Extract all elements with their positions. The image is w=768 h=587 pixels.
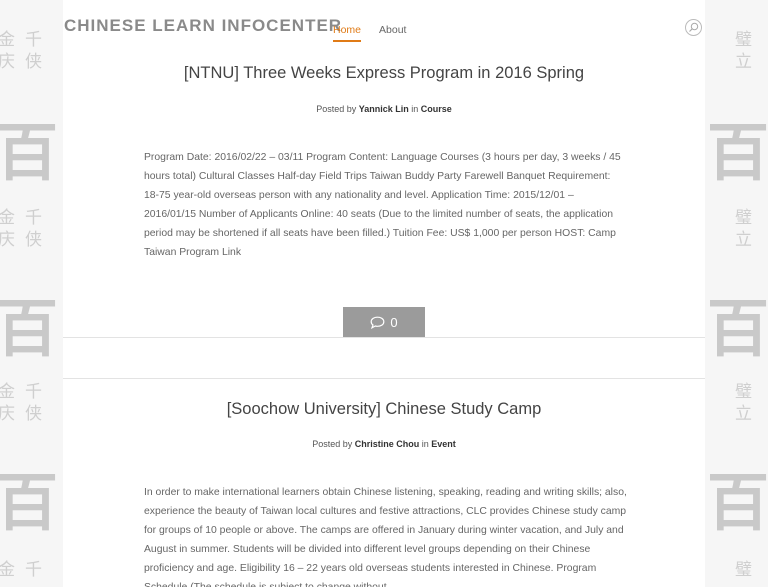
post-body: In order to make international learners … (144, 487, 627, 587)
post-divider (63, 378, 705, 379)
bg-glyphs: 金千 (0, 30, 52, 50)
bg-glyphs: 庆侠 (0, 52, 52, 72)
bg-glyphs: 百系 (707, 292, 768, 365)
comment-bubble-icon (370, 316, 385, 329)
bg-glyphs: 金千 (0, 382, 52, 402)
search-button[interactable] (685, 19, 702, 36)
post-body: Program Date: 2016/02/22 – 03/11 Program… (144, 152, 621, 258)
main-nav: Home About (333, 24, 406, 42)
posted-by-label: Posted by (312, 439, 353, 449)
search-icon (689, 22, 699, 32)
bg-glyphs: 百系 (707, 116, 768, 189)
bg-glyphs: 璧 (735, 560, 762, 580)
post-title[interactable]: [Soochow University] Chinese Study Camp (63, 400, 705, 419)
bg-glyphs: 庆侠 (0, 230, 52, 250)
post-meta: Posted by Christine Chou in Event (63, 439, 705, 449)
nav-item-home[interactable]: Home (333, 24, 362, 42)
post-category-link[interactable]: Event (431, 439, 456, 449)
bg-glyphs: 金千 (0, 208, 52, 228)
bg-glyphs: 立 (735, 404, 762, 424)
bg-glyphs: 百系 (707, 466, 768, 539)
bg-glyphs: 庆侠 (0, 404, 52, 424)
bg-glyphs: 立 (735, 52, 762, 72)
bg-glyphs: 璧 (735, 208, 762, 228)
post-author-link[interactable]: Yannick Lin (359, 104, 409, 114)
post-meta: Posted by Yannick Lin in Course (63, 104, 705, 114)
comments-button[interactable]: 0 (343, 307, 425, 337)
nav-item-about[interactable]: About (379, 24, 406, 42)
comment-count: 0 (390, 314, 398, 330)
post-author-link[interactable]: Christine Chou (355, 439, 420, 449)
in-label: in (421, 439, 429, 449)
post-divider (63, 337, 705, 338)
site-header: CHINESE LEARN INFOCENTER Home About (63, 0, 705, 52)
in-label: in (411, 104, 419, 114)
bg-glyphs: 金千 (0, 560, 52, 580)
bg-glyphs: 璧 (735, 382, 762, 402)
bg-glyphs: 立 (735, 230, 762, 250)
post-category-link[interactable]: Course (421, 104, 452, 114)
bg-glyphs: 璧 (735, 30, 762, 50)
post-title[interactable]: [NTNU] Three Weeks Express Program in 20… (63, 64, 705, 83)
site-title[interactable]: CHINESE LEARN INFOCENTER (64, 16, 342, 36)
posted-by-label: Posted by (316, 104, 357, 114)
main-content: CHINESE LEARN INFOCENTER Home About [NTN… (63, 0, 705, 587)
